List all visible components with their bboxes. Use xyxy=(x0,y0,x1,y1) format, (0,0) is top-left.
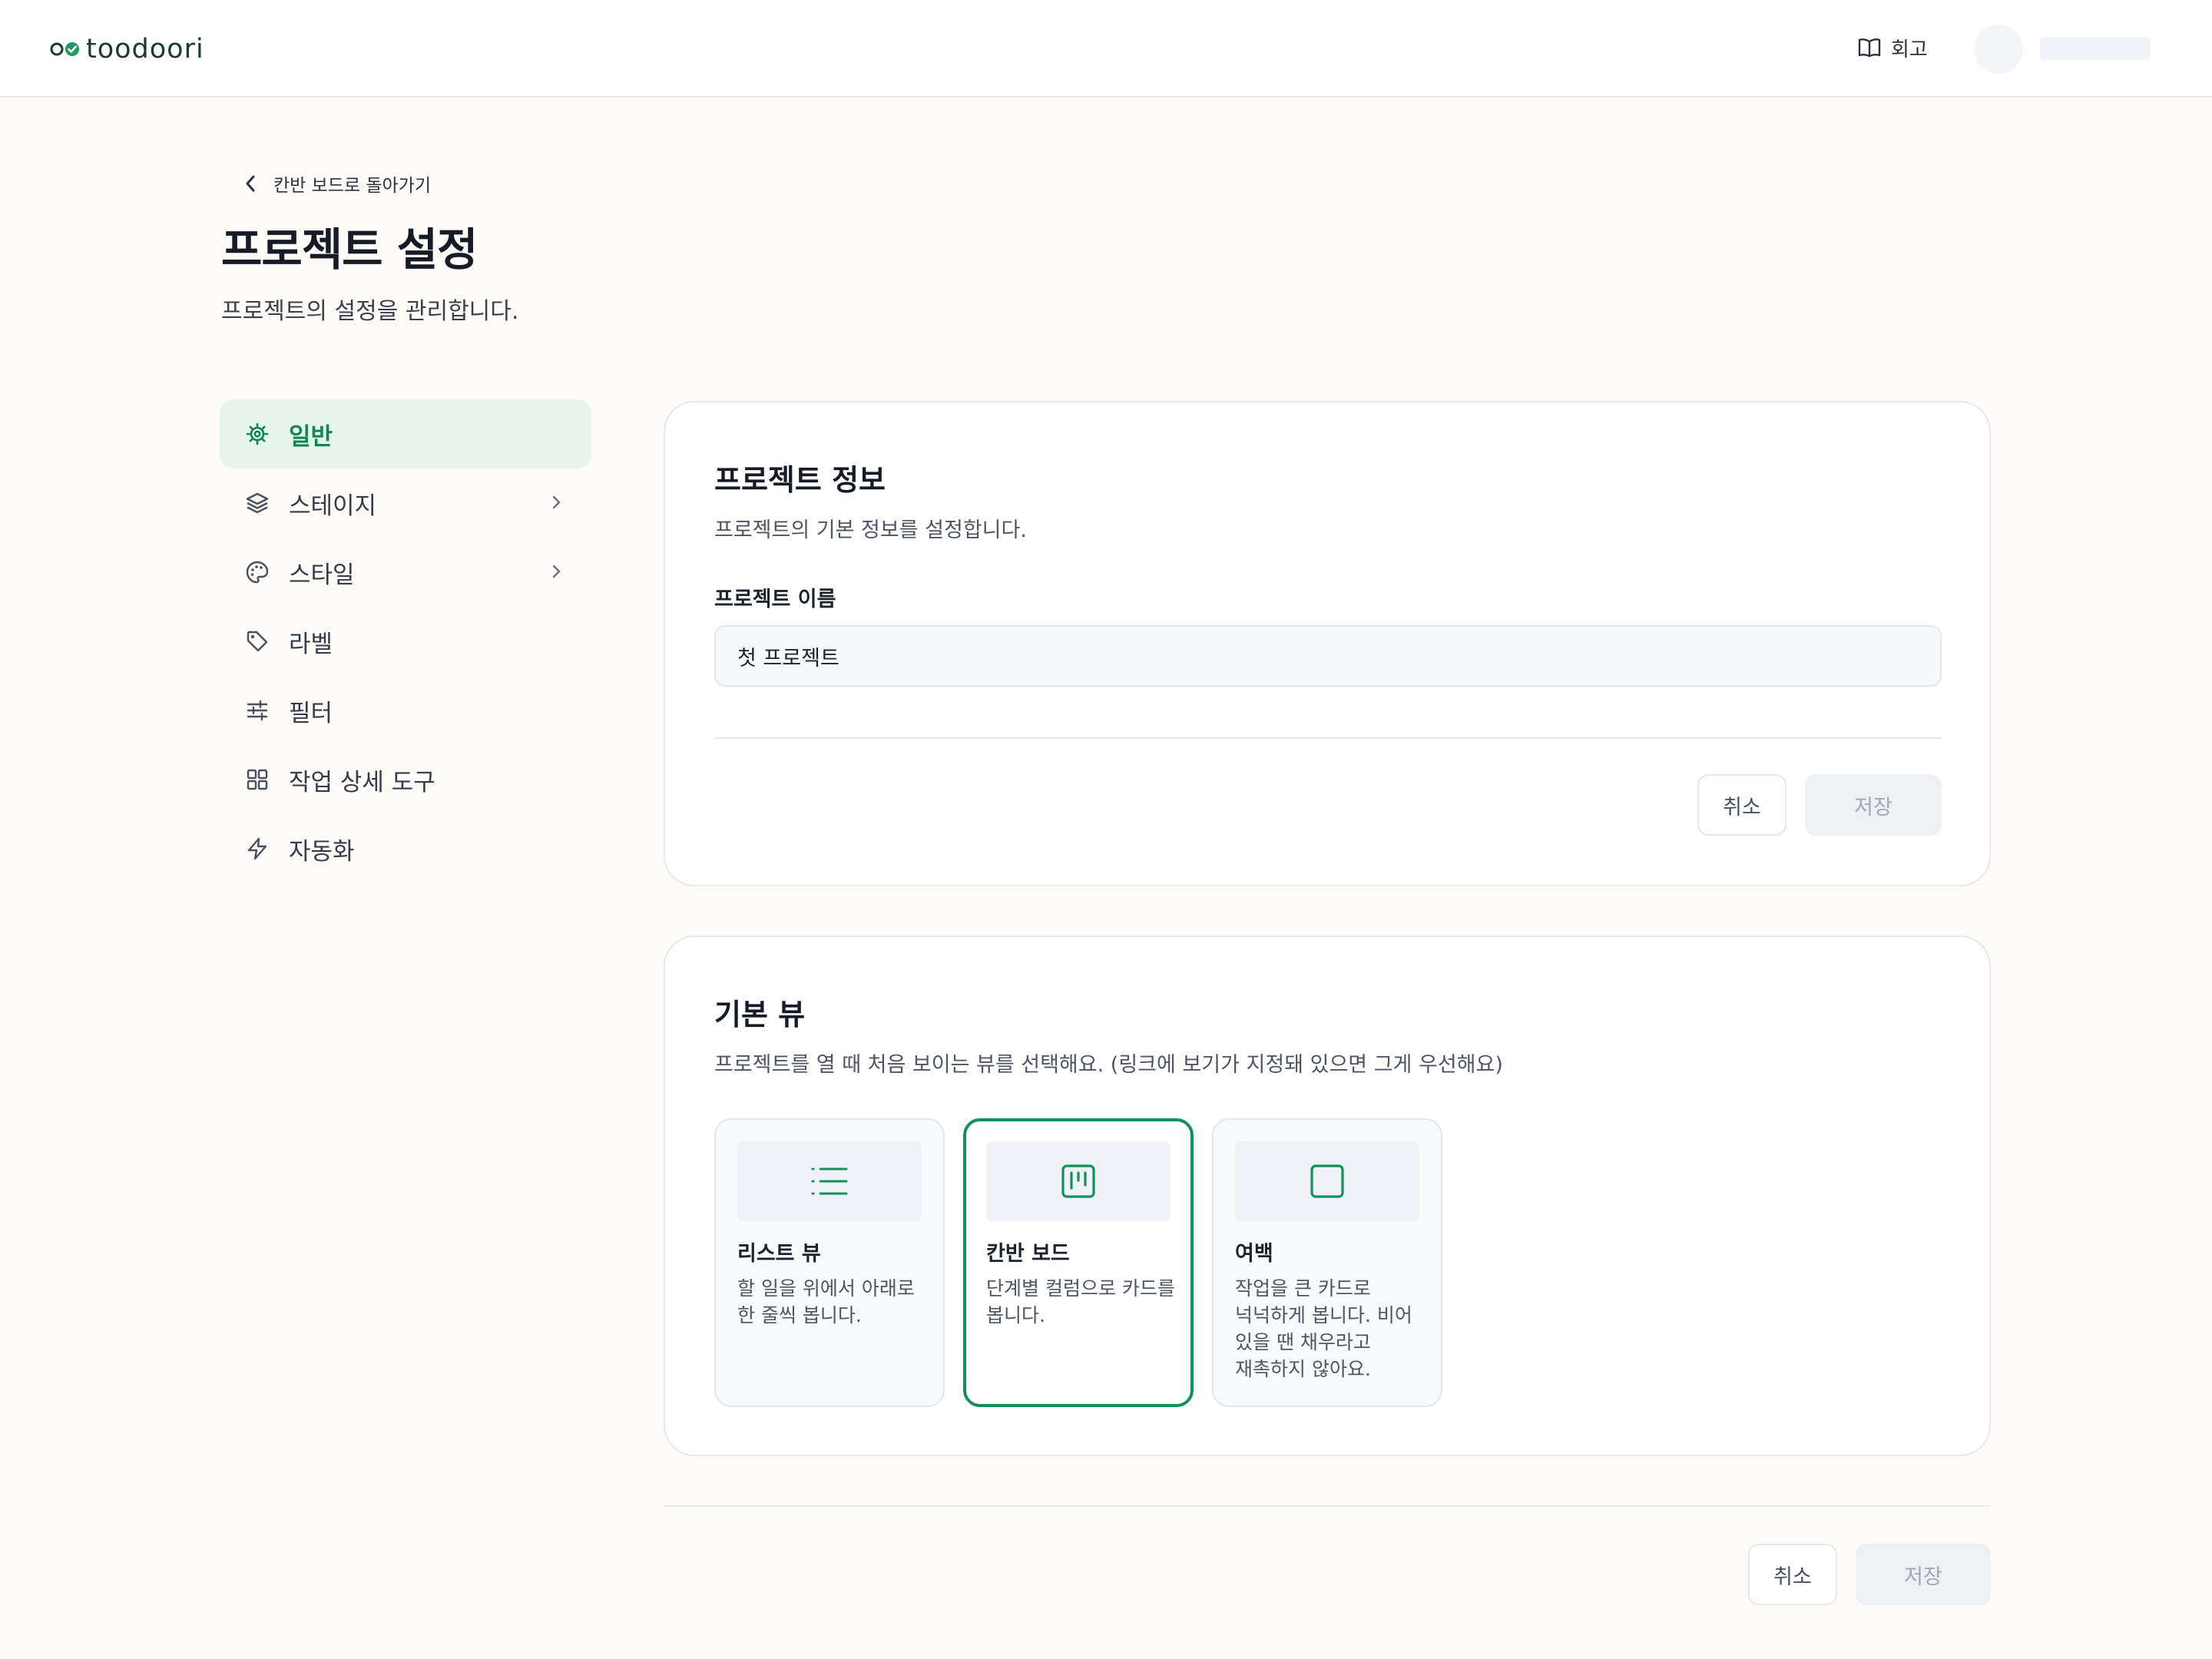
book-open-icon xyxy=(1858,38,1881,58)
project-name-label: 프로젝트 이름 xyxy=(714,588,836,611)
sidebar-item-style[interactable]: 스타일 xyxy=(220,538,591,607)
view-option-title: 여백 xyxy=(1235,1242,1273,1266)
retrospective-link[interactable]: 회고 xyxy=(1857,31,1928,65)
sidebar-item-label: 자동화 xyxy=(289,837,355,866)
footer-cancel-button[interactable]: 취소 xyxy=(1748,1544,1837,1605)
view-option-title: 칸반 보드 xyxy=(986,1242,1070,1266)
project-info-description: 프로젝트의 기본 정보를 설정합니다. xyxy=(714,518,1027,542)
back-to-kanban-link[interactable]: 칸반 보드로 돌아가기 xyxy=(244,171,431,197)
sidebar-item-label: 필터 xyxy=(289,699,333,727)
view-option-description: 단계별 컬럼으로 카드를 봅니다. xyxy=(986,1277,1175,1326)
footer-divider xyxy=(664,1505,1991,1507)
back-link-label: 칸반 보드로 돌아가기 xyxy=(273,176,432,196)
retrospective-label: 회고 xyxy=(1891,38,1928,61)
chevron-right-icon xyxy=(552,495,561,509)
kanban-icon xyxy=(1061,1164,1095,1198)
palette-icon xyxy=(244,559,270,585)
sidebar-item-automation[interactable]: 자동화 xyxy=(220,814,591,883)
view-option-description: 할 일을 위에서 아래로 한 줄씩 봅니다. xyxy=(737,1277,915,1326)
sidebar-item-label: 일반 xyxy=(289,422,333,451)
view-option-description: 작업을 큰 카드로 넉넉하게 봅니다. 비어 있을 땐 채우라고 재촉하지 않아… xyxy=(1235,1277,1412,1380)
sidebar-item-label: 라벨 xyxy=(289,630,333,658)
gear-icon xyxy=(244,421,270,447)
layers-icon xyxy=(244,490,270,516)
chevron-right-icon xyxy=(552,565,561,578)
card-divider xyxy=(714,737,1942,739)
cancel-button[interactable]: 취소 xyxy=(1697,774,1786,836)
default-view-description: 프로젝트를 열 때 처음 보이는 뷰를 선택해요. (링크에 보기가 지정돼 있… xyxy=(714,1053,1503,1077)
page-title: 프로젝트 설정 xyxy=(221,224,478,276)
bolt-icon xyxy=(244,836,270,862)
chevron-left-icon xyxy=(246,175,255,192)
list-icon xyxy=(811,1167,848,1195)
sliders-icon xyxy=(244,697,270,724)
view-thumbnail xyxy=(737,1141,922,1221)
save-button[interactable]: 저장 xyxy=(1805,774,1942,836)
view-option-kanban[interactable]: 칸반 보드 단계별 컬럼으로 카드를 봅니다. xyxy=(963,1118,1194,1407)
sidebar-item-filters[interactable]: 필터 xyxy=(220,676,591,745)
settings-sidebar: 일반 스테이지 스타일 라벨 필터 작업 상세 도구 자동화 xyxy=(220,399,591,883)
sidebar-item-general[interactable]: 일반 xyxy=(220,399,591,469)
sidebar-item-labels[interactable]: 라벨 xyxy=(220,607,591,676)
logo-text: toodoori xyxy=(86,34,204,65)
user-name-placeholder xyxy=(2040,37,2151,60)
sidebar-item-label: 스타일 xyxy=(289,561,355,589)
view-thumbnail xyxy=(1235,1141,1419,1221)
sidebar-item-task-detail-tools[interactable]: 작업 상세 도구 xyxy=(220,745,591,814)
footer-save-button[interactable]: 저장 xyxy=(1856,1544,1991,1605)
avatar[interactable] xyxy=(1974,25,2023,74)
sidebar-item-label: 스테이지 xyxy=(289,492,377,520)
grid-icon xyxy=(244,767,270,793)
view-option-blank[interactable]: 여백 작업을 큰 카드로 넉넉하게 봅니다. 비어 있을 땐 채우라고 재촉하지… xyxy=(1212,1118,1442,1407)
project-info-card: 프로젝트 정보 프로젝트의 기본 정보를 설정합니다. 프로젝트 이름 취소 저… xyxy=(664,401,1991,886)
tag-icon xyxy=(244,628,270,654)
project-name-input[interactable] xyxy=(714,625,1942,687)
view-option-title: 리스트 뷰 xyxy=(737,1242,821,1266)
project-info-title: 프로젝트 정보 xyxy=(714,463,886,497)
logo-mark-icon xyxy=(50,42,79,56)
top-bar: toodoori 회고 xyxy=(0,0,2212,98)
square-icon xyxy=(1310,1164,1344,1198)
default-view-title: 기본 뷰 xyxy=(714,998,806,1031)
default-view-card: 기본 뷰 프로젝트를 열 때 처음 보이는 뷰를 선택해요. (링크에 보기가 … xyxy=(664,935,1991,1456)
page-subtitle: 프로젝트의 설정을 관리합니다. xyxy=(221,298,519,325)
sidebar-item-stages[interactable]: 스테이지 xyxy=(220,469,591,538)
app-logo[interactable]: toodoori xyxy=(49,31,204,68)
view-thumbnail xyxy=(986,1141,1171,1221)
view-option-list[interactable]: 리스트 뷰 할 일을 위에서 아래로 한 줄씩 봅니다. xyxy=(714,1118,945,1407)
sidebar-item-label: 작업 상세 도구 xyxy=(289,768,435,796)
